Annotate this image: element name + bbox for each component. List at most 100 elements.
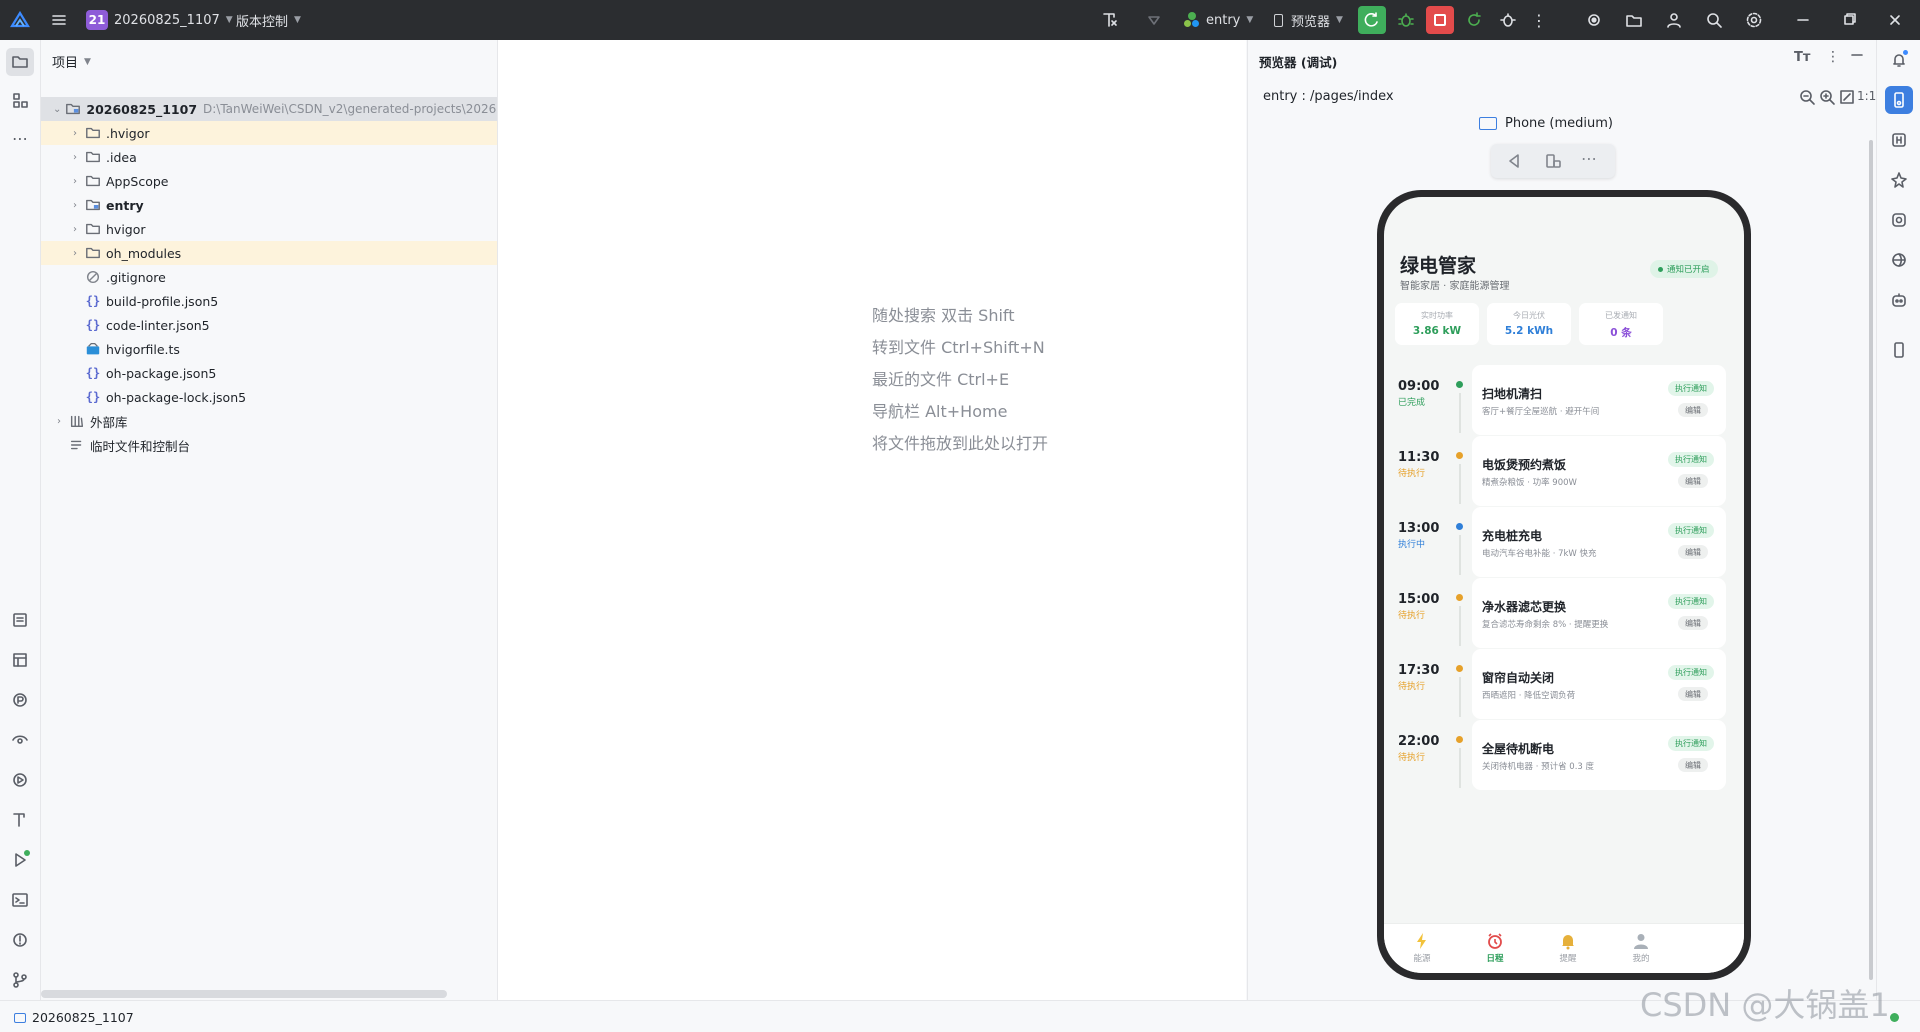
fit-screen-icon[interactable]: [1838, 88, 1854, 104]
folder-icon[interactable]: [1620, 6, 1648, 34]
tree-scratches[interactable]: 临时文件和控制台: [41, 433, 497, 457]
minimize-window-icon[interactable]: [1786, 6, 1820, 34]
notify-button[interactable]: 执行通知: [1668, 736, 1714, 751]
task-card[interactable]: 窗帘自动关闭 西晒遮阳 · 降低空调负荷 执行通知 编辑: [1472, 649, 1726, 719]
app-analyzer-icon[interactable]: [1885, 206, 1913, 234]
tree-item[interactable]: {} code-linter.json5: [41, 313, 497, 337]
tree-item[interactable]: {} oh-package.json5: [41, 361, 497, 385]
structure-icon[interactable]: [6, 86, 34, 114]
todo-icon[interactable]: [6, 606, 34, 634]
restore-window-icon[interactable]: [1832, 6, 1866, 34]
project-panel-header[interactable]: 项目 ▼: [52, 52, 91, 71]
inspect-eye-icon[interactable]: [6, 726, 34, 754]
rotate-device-icon[interactable]: [1544, 152, 1562, 170]
editor-empty-area[interactable]: 随处搜索 双击 Shift 转到文件 Ctrl+Shift+N 最近的文件 Ctrl…: [498, 40, 1246, 1000]
search-icon[interactable]: [1700, 6, 1728, 34]
device-icon[interactable]: [1885, 336, 1913, 364]
nav-item-person[interactable]: 我的: [1611, 932, 1671, 964]
tree-item[interactable]: › hvigor: [41, 217, 497, 241]
table-icon[interactable]: [6, 646, 34, 674]
edit-button[interactable]: 编辑: [1678, 616, 1708, 630]
debug-icon[interactable]: [1392, 6, 1420, 34]
more-options-icon[interactable]: ⋮: [1826, 49, 1840, 65]
device-selector[interactable]: Phone (medium): [1479, 116, 1613, 131]
run-icon[interactable]: [6, 846, 34, 874]
account-icon[interactable]: [1660, 6, 1688, 34]
tree-item[interactable]: › oh_modules: [41, 241, 497, 265]
more-icon[interactable]: ⋯: [1581, 149, 1597, 168]
edit-button[interactable]: 编辑: [1678, 545, 1708, 559]
back-icon[interactable]: [1505, 152, 1523, 170]
project-view-icon[interactable]: [6, 48, 34, 76]
hot-reload-icon[interactable]: [1460, 6, 1488, 34]
notify-button[interactable]: 执行通知: [1668, 523, 1714, 538]
stop-button[interactable]: [1426, 6, 1454, 34]
device-manager-icon[interactable]: [1580, 6, 1608, 34]
actual-size-button[interactable]: 1:1: [1857, 89, 1876, 103]
phone-icon: [1274, 13, 1283, 27]
codegenie-icon[interactable]: [1885, 166, 1913, 194]
tree-item[interactable]: › entry: [41, 193, 497, 217]
edit-button[interactable]: 编辑: [1678, 474, 1708, 488]
module-selector[interactable]: entry ▼: [1184, 10, 1253, 30]
rerun-button[interactable]: [1358, 6, 1386, 34]
settings-gear-icon[interactable]: [1740, 6, 1768, 34]
notify-button[interactable]: 执行通知: [1668, 381, 1714, 396]
hammer-icon[interactable]: [1140, 6, 1168, 34]
previewer-tool-icon[interactable]: [1885, 86, 1913, 114]
statusbar-project[interactable]: 20260825_1107: [14, 1010, 134, 1025]
problems-icon[interactable]: [6, 926, 34, 954]
more-tools-icon[interactable]: ⋯: [6, 124, 34, 152]
notify-button[interactable]: 执行通知: [1668, 665, 1714, 680]
tree-item[interactable]: › .idea: [41, 145, 497, 169]
zoom-in-icon[interactable]: [1818, 88, 1835, 105]
tree-item[interactable]: › .hvigor: [41, 121, 497, 145]
arkui-inspector-icon[interactable]: [1096, 6, 1124, 34]
json-file-icon: {}: [85, 318, 101, 332]
tree-item[interactable]: › AppScope: [41, 169, 497, 193]
tree-item[interactable]: .gitignore: [41, 265, 497, 289]
assistant-robot-icon[interactable]: [1885, 286, 1913, 314]
hvigor-icon[interactable]: [1885, 126, 1913, 154]
notifications-bell-icon[interactable]: [1885, 46, 1913, 74]
terminal-icon[interactable]: [6, 886, 34, 914]
task-card[interactable]: 全屋待机断电 关闭待机电器 · 预计省 0.3 度 执行通知 编辑: [1472, 720, 1726, 790]
zoom-out-icon[interactable]: [1798, 88, 1815, 105]
task-card[interactable]: 扫地机清扫 客厅+餐厅全屋巡航 · 避开午间 执行通知 编辑: [1472, 365, 1726, 435]
edit-button[interactable]: 编辑: [1678, 403, 1708, 417]
tree-item[interactable]: {} oh-package-lock.json5: [41, 385, 497, 409]
task-card[interactable]: 充电桩充电 电动汽车谷电补能 · 7kW 快充 执行通知 编辑: [1472, 507, 1726, 577]
close-window-icon[interactable]: [1878, 6, 1912, 34]
nav-item-alarm-clock[interactable]: 日程: [1465, 932, 1525, 964]
device-file-browser-icon[interactable]: [1885, 246, 1913, 274]
notification-badge[interactable]: 通知已开启: [1650, 260, 1718, 278]
notify-button[interactable]: 执行通知: [1668, 452, 1714, 467]
attach-debugger-icon[interactable]: [1494, 6, 1522, 34]
task-card[interactable]: 电饭煲预约煮饭 精煮杂粮饭 · 功率 900W 执行通知 编辑: [1472, 436, 1726, 506]
minimize-panel-icon[interactable]: [1848, 46, 1866, 66]
project-switcher[interactable]: 21 20260825_1107 ▼: [86, 10, 233, 30]
task-card[interactable]: 净水器滤芯更换 复合滤芯寿命剩余 8% · 提醒更换 执行通知 编辑: [1472, 578, 1726, 648]
edit-button[interactable]: 编辑: [1678, 687, 1708, 701]
run-target-selector[interactable]: 预览器 ▼: [1274, 10, 1343, 30]
horizontal-scrollbar[interactable]: [41, 990, 447, 998]
services-icon[interactable]: [6, 766, 34, 794]
git-branch-icon[interactable]: [6, 966, 34, 994]
nav-item-bolt[interactable]: 能源: [1392, 932, 1452, 964]
folder-icon: [85, 221, 101, 237]
tree-item[interactable]: {} build-profile.json5: [41, 289, 497, 313]
tree-root[interactable]: ⌄ 20260825_1107 D:\TanWeiWei\CSDN_v2\gen…: [41, 97, 497, 121]
arkui-inspector-icon[interactable]: [6, 806, 34, 834]
tree-item[interactable]: hvigorfile.ts: [41, 337, 497, 361]
tree-external-libs[interactable]: › 外部库: [41, 409, 497, 433]
profiler-icon[interactable]: [6, 686, 34, 714]
notify-button[interactable]: 执行通知: [1668, 594, 1714, 609]
more-actions-icon[interactable]: ⋮: [1528, 6, 1550, 34]
main-menu-icon[interactable]: [46, 6, 72, 34]
preview-scrollbar[interactable]: [1869, 140, 1873, 980]
nav-item-bell[interactable]: 提醒: [1538, 932, 1598, 964]
edit-button[interactable]: 编辑: [1678, 758, 1708, 772]
font-size-icon[interactable]: Tт: [1794, 50, 1810, 65]
app-logo-icon[interactable]: [10, 11, 30, 29]
vcs-menu[interactable]: 版本控制 ▼: [236, 10, 301, 30]
